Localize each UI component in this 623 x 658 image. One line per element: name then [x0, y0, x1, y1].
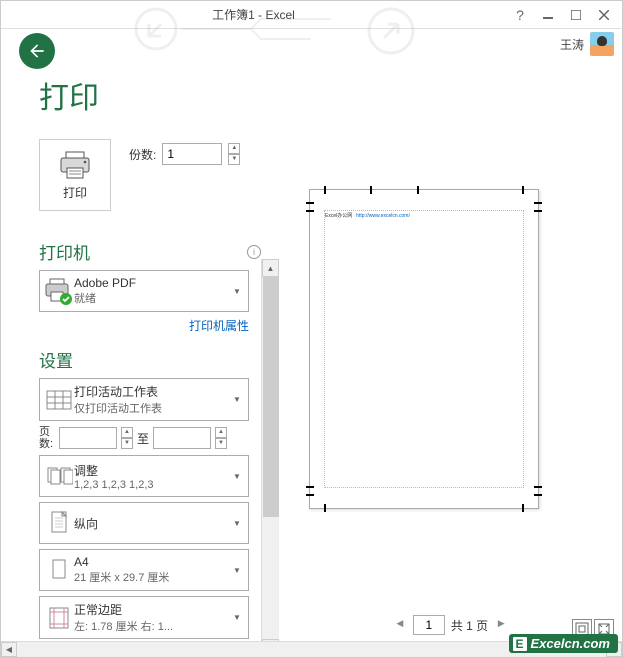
- user-avatar-icon[interactable]: [590, 32, 614, 56]
- spinner-up-icon[interactable]: ▲: [228, 143, 240, 154]
- help-button[interactable]: ?: [506, 4, 534, 26]
- margin-marker[interactable]: [306, 210, 314, 212]
- copies-spinner[interactable]: ▲ ▼: [228, 143, 240, 165]
- margin-marker[interactable]: [306, 486, 314, 488]
- preview-content: Excel办公网http://www.excelcn.com/: [325, 212, 410, 219]
- margin-marker[interactable]: [306, 202, 314, 204]
- margin-marker[interactable]: [522, 504, 524, 512]
- window-title: 工作簿1 - Excel: [1, 6, 506, 23]
- margin-marker[interactable]: [324, 504, 326, 512]
- print-preview: Excel办公网http://www.excelcn.com/: [309, 189, 539, 509]
- print-scope-dropdown[interactable]: 打印活动工作表 仅打印活动工作表 ▼: [39, 378, 249, 421]
- next-page-button[interactable]: ▶: [494, 618, 508, 632]
- copies-label: 份数:: [129, 146, 156, 163]
- chevron-down-icon: ▼: [230, 566, 244, 575]
- titlebar: 工作簿1 - Excel ?: [1, 1, 622, 29]
- settings-section-title: 设置: [39, 347, 279, 372]
- margin-marker[interactable]: [306, 494, 314, 496]
- worksheet-icon: [44, 384, 74, 416]
- pager: ◀ 共 1 页 ▶: [279, 615, 622, 635]
- printer-section-title: 打印机 i: [39, 239, 279, 264]
- margins-icon: [44, 602, 74, 634]
- print-button-label: 打印: [63, 184, 87, 201]
- chevron-down-icon: ▼: [230, 613, 244, 622]
- print-button[interactable]: 打印: [39, 139, 111, 211]
- margin-marker[interactable]: [534, 210, 542, 212]
- page-total-label: 共 1 页: [451, 617, 488, 634]
- user-bar: 王涛: [1, 29, 622, 59]
- close-button[interactable]: [590, 4, 618, 26]
- collation-icon: [44, 460, 74, 492]
- printer-device-icon: [44, 275, 74, 307]
- margin-marker[interactable]: [522, 186, 524, 194]
- margin-marker[interactable]: [534, 202, 542, 204]
- margins-dropdown[interactable]: 正常边距 左: 1.78 厘米 右: 1... ▼: [39, 596, 249, 639]
- orientation-dropdown[interactable]: 纵向 ▼: [39, 502, 249, 544]
- margin-marker[interactable]: [370, 186, 372, 194]
- prev-page-button[interactable]: ◀: [393, 618, 407, 632]
- printer-status: 就绪: [74, 290, 230, 306]
- pages-to-label: 至: [137, 430, 149, 447]
- preview-panel: Excel办公网http://www.excelcn.com/ ◀ 共 1 页 …: [279, 59, 622, 657]
- left-panel: 打印 打印 份数: ▲: [1, 59, 279, 657]
- pages-label: 页数:: [39, 426, 55, 450]
- watermark: E Excelcn.com: [509, 634, 619, 653]
- pages-to-input[interactable]: [153, 427, 211, 449]
- user-name[interactable]: 王涛: [560, 36, 584, 53]
- spinner-down-icon[interactable]: ▼: [228, 154, 240, 165]
- chevron-down-icon: ▼: [230, 519, 244, 528]
- scrollbar-thumb[interactable]: [263, 277, 279, 517]
- margin-marker[interactable]: [534, 486, 542, 488]
- printer-dropdown[interactable]: Adobe PDF 就绪 ▼: [39, 270, 249, 312]
- settings-scrollbar[interactable]: ▲ ▼: [261, 259, 279, 657]
- paper-icon: [44, 554, 74, 586]
- info-icon[interactable]: i: [247, 245, 261, 259]
- collation-dropdown[interactable]: 调整 1,2,3 1,2,3 1,2,3 ▼: [39, 455, 249, 497]
- margin-marker[interactable]: [417, 186, 419, 194]
- restore-button[interactable]: [562, 4, 590, 26]
- minimize-button[interactable]: [534, 4, 562, 26]
- chevron-down-icon: ▼: [230, 287, 244, 296]
- pages-from-input[interactable]: [59, 427, 117, 449]
- margin-marker[interactable]: [534, 494, 542, 496]
- scroll-left-icon[interactable]: ◀: [1, 642, 17, 657]
- page-title: 打印: [39, 73, 279, 117]
- watermark-logo-icon: E: [511, 635, 529, 653]
- page-number-input[interactable]: [413, 615, 445, 635]
- paper-dropdown[interactable]: A4 21 厘米 x 29.7 厘米 ▼: [39, 549, 249, 591]
- printer-properties-link[interactable]: 打印机属性: [189, 319, 249, 333]
- scroll-up-icon[interactable]: ▲: [262, 259, 279, 277]
- printer-name: Adobe PDF: [74, 276, 230, 290]
- chevron-down-icon: ▼: [230, 395, 244, 404]
- pages-row: 页数: ▲▼ 至 ▲▼: [39, 426, 249, 450]
- back-button[interactable]: [19, 33, 55, 69]
- portrait-icon: [44, 507, 74, 539]
- copies-input[interactable]: [162, 143, 222, 165]
- margin-outline: [324, 210, 524, 488]
- margin-marker[interactable]: [324, 186, 326, 194]
- pages-to-spinner[interactable]: ▲▼: [215, 427, 227, 449]
- printer-icon: [58, 150, 92, 180]
- chevron-down-icon: ▼: [230, 472, 244, 481]
- pages-from-spinner[interactable]: ▲▼: [121, 427, 133, 449]
